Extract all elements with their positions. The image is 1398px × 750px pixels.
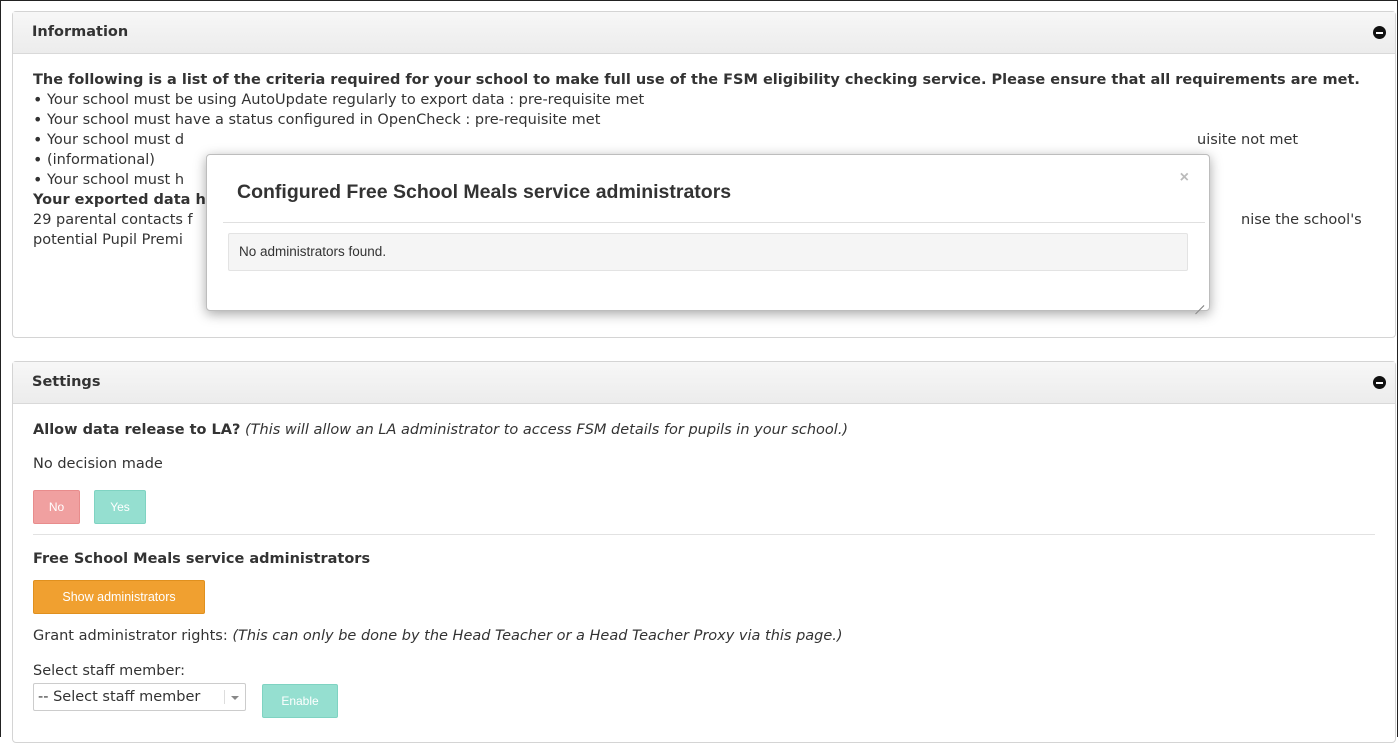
- information-panel-header[interactable]: Information: [13, 12, 1395, 54]
- select-staff-value: -- Select staff member: [38, 689, 201, 705]
- list-item: Your school must d uisite not met: [33, 130, 1375, 150]
- settings-panel-header[interactable]: Settings: [13, 362, 1395, 404]
- administrators-modal: Configured Free School Meals service adm…: [206, 154, 1210, 311]
- select-staff-label: Select staff member:: [33, 663, 185, 679]
- no-button[interactable]: No: [33, 490, 80, 524]
- resize-handle-icon[interactable]: [1194, 296, 1204, 306]
- settings-title: Settings: [32, 374, 101, 390]
- modal-title: Configured Free School Meals service adm…: [237, 181, 732, 203]
- modal-message: No administrators found.: [228, 233, 1188, 271]
- release-question: Allow data release to LA?: [33, 422, 241, 438]
- chevron-down-icon: [231, 696, 239, 700]
- fsm-admins-title: Free School Meals service administrators: [33, 551, 371, 567]
- exported-data-line1-end: nise the school's: [1241, 212, 1362, 228]
- minus-circle-icon[interactable]: [1373, 26, 1386, 39]
- yes-button[interactable]: Yes: [94, 490, 146, 524]
- release-question-line: Allow data release to LA? (This will all…: [33, 420, 1375, 440]
- divider: [33, 534, 1375, 535]
- requirement-3-tail: uisite not met: [1197, 132, 1299, 148]
- release-note: (This will allow an LA administrator to …: [245, 422, 849, 438]
- modal-divider: [223, 222, 1205, 223]
- grant-label: Grant administrator rights:: [33, 628, 228, 644]
- list-item: Your school must have a status configure…: [33, 110, 1375, 130]
- information-title: Information: [32, 24, 129, 40]
- show-administrators-button[interactable]: Show administrators: [33, 580, 205, 614]
- grant-rights-line: Grant administrator rights: (This can on…: [33, 626, 843, 646]
- dropdown-separator: [224, 690, 225, 704]
- settings-panel: Settings Allow data release to LA? (This…: [12, 361, 1396, 743]
- list-item: Your school must be using AutoUpdate reg…: [33, 90, 1375, 110]
- enable-button[interactable]: Enable: [262, 684, 338, 718]
- grant-note: (This can only be done by the Head Teach…: [232, 628, 843, 644]
- minus-circle-icon[interactable]: [1373, 376, 1386, 389]
- requirement-3-text: Your school must d: [47, 132, 185, 148]
- information-intro: The following is a list of the criteria …: [33, 72, 1360, 88]
- close-icon[interactable]: ×: [1180, 169, 1189, 187]
- select-staff-dropdown[interactable]: -- Select staff member: [33, 683, 246, 711]
- settings-body: Allow data release to LA? (This will all…: [13, 404, 1395, 750]
- decision-status: No decision made: [33, 456, 163, 472]
